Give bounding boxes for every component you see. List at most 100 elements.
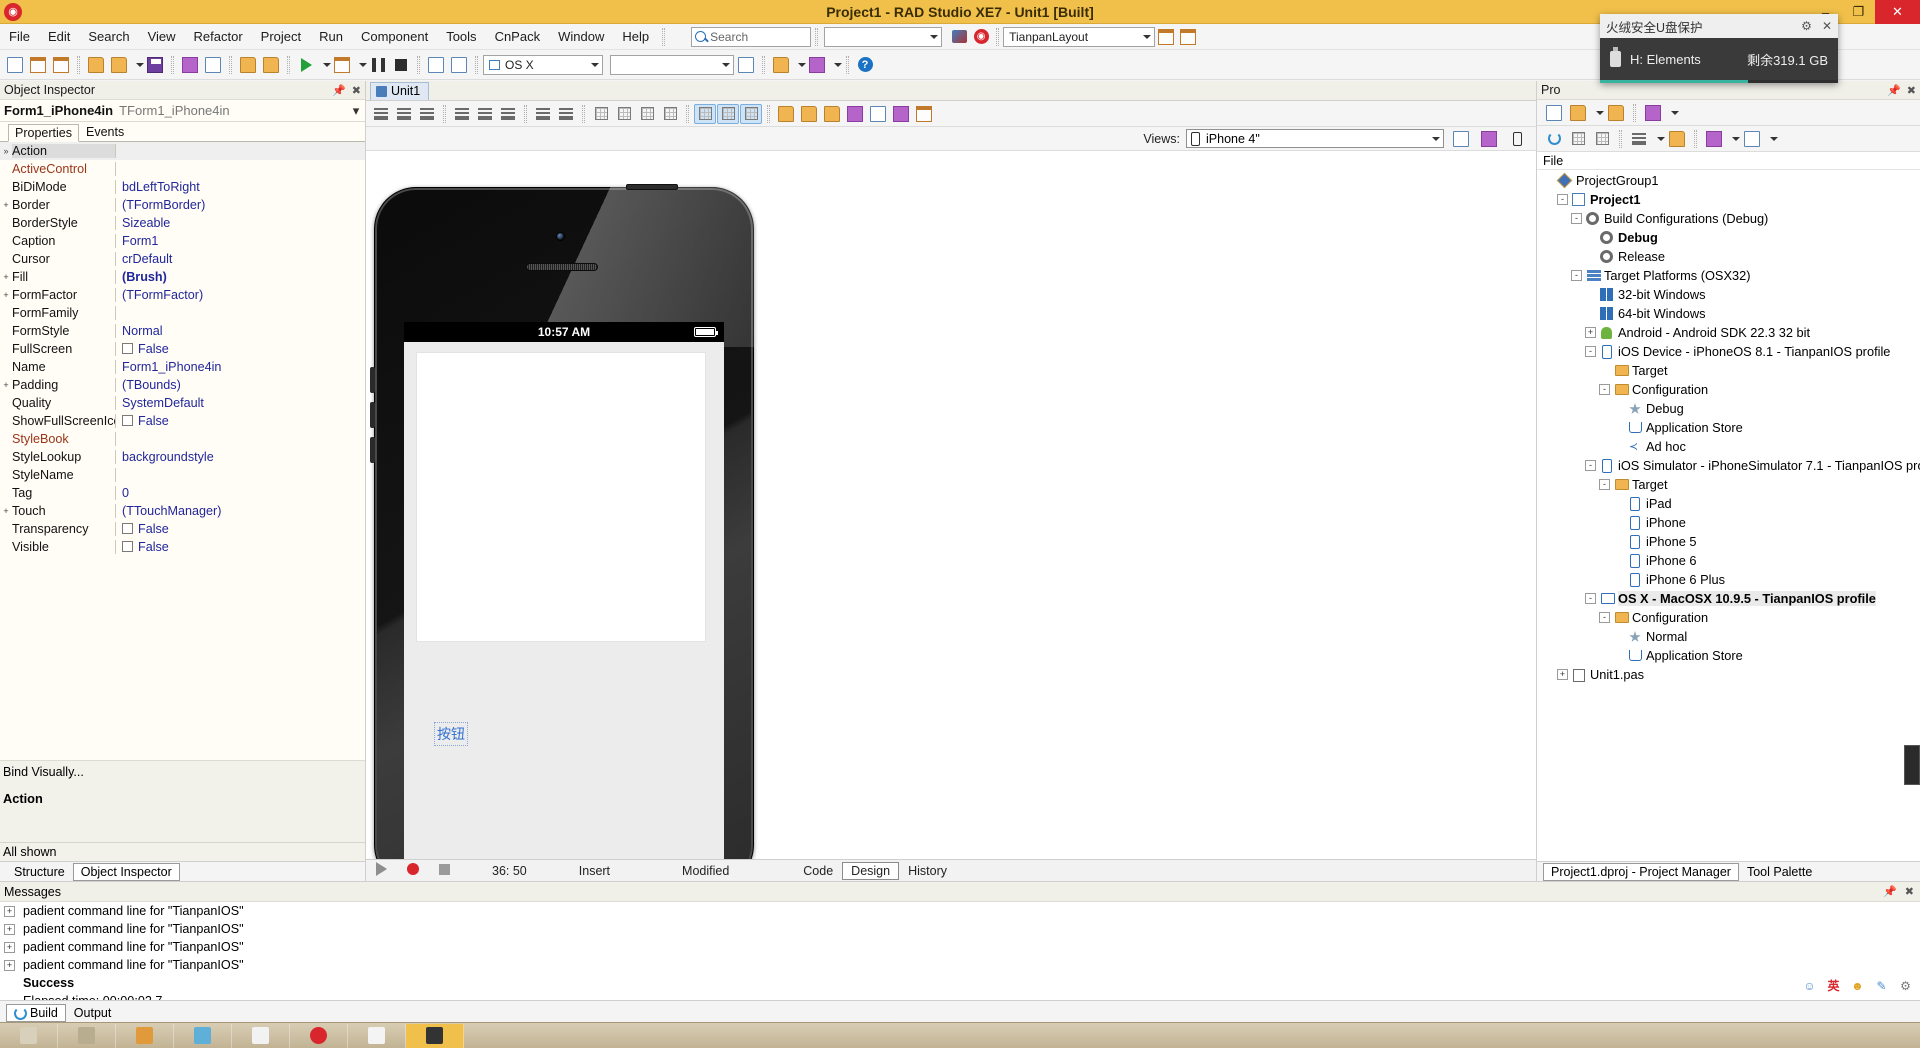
- pause-button[interactable]: [367, 54, 389, 76]
- menu-item-tools[interactable]: Tools: [437, 26, 485, 47]
- tab-history[interactable]: History: [899, 862, 956, 880]
- tree-node[interactable]: ProjectGroup1: [1537, 171, 1920, 190]
- collapse-icon[interactable]: -: [1571, 213, 1582, 224]
- taskbar-start-button[interactable]: [0, 1023, 58, 1048]
- tree-node[interactable]: - Configuration: [1537, 608, 1920, 627]
- property-row[interactable]: + Touch (TTouchManager): [0, 502, 365, 520]
- run-dropdown-button[interactable]: [318, 54, 331, 76]
- close-icon[interactable]: ✖: [352, 84, 361, 97]
- ime-settings-icon[interactable]: ⚙: [1897, 977, 1914, 994]
- taskbar-item[interactable]: [348, 1023, 406, 1048]
- refresh-target-button[interactable]: [735, 54, 757, 76]
- menu-item-component[interactable]: Component: [352, 26, 437, 47]
- save-dropdown-button[interactable]: [131, 54, 144, 76]
- tree-node[interactable]: - Target: [1537, 475, 1920, 494]
- view-options-button[interactable]: [1478, 129, 1500, 149]
- property-row[interactable]: + Border (TFormBorder): [0, 196, 365, 214]
- property-value[interactable]: (Brush): [116, 270, 365, 284]
- menu-item-file[interactable]: File: [0, 26, 39, 47]
- property-row[interactable]: Quality SystemDefault: [0, 394, 365, 412]
- tab-events[interactable]: Events: [79, 123, 131, 141]
- bookmark-button[interactable]: [770, 54, 792, 76]
- property-row[interactable]: StyleName: [0, 466, 365, 484]
- collapse-icon[interactable]: -: [1585, 460, 1596, 471]
- property-value[interactable]: Form1: [116, 234, 365, 248]
- collapse-icon[interactable]: -: [1599, 479, 1610, 490]
- menu-item-run[interactable]: Run: [310, 26, 352, 47]
- tree-node[interactable]: iPhone 5: [1537, 532, 1920, 551]
- property-row[interactable]: FormFamily: [0, 304, 365, 322]
- embarcadero-icon[interactable]: ◉: [970, 26, 992, 48]
- save-button[interactable]: [144, 54, 166, 76]
- message-row[interactable]: Elapsed time: 00:00:02.7: [0, 992, 1920, 1000]
- property-row[interactable]: » Action: [0, 142, 365, 160]
- tree-node[interactable]: Application Store: [1537, 646, 1920, 665]
- ime-emoji-icon[interactable]: ☺: [1801, 977, 1818, 994]
- tree-node[interactable]: Application Store: [1537, 418, 1920, 437]
- tree-node[interactable]: Normal: [1537, 627, 1920, 646]
- message-row[interactable]: + padient command line for "TianpanIOS": [0, 956, 1920, 974]
- expand-all-button[interactable]: [1567, 129, 1589, 149]
- design-button[interactable]: 按钮: [434, 722, 468, 746]
- property-row[interactable]: BiDiMode bdLeftToRight: [0, 178, 365, 196]
- expand-icon[interactable]: +: [0, 200, 12, 210]
- remove-file-button[interactable]: [1605, 103, 1627, 123]
- usb-drive-row[interactable]: H: Elements 剩余319.1 GB: [1600, 38, 1838, 80]
- ime-pen-icon[interactable]: ✎: [1873, 977, 1890, 994]
- message-row[interactable]: + padient command line for "TianpanIOS": [0, 902, 1920, 920]
- ime-language-icon[interactable]: 英: [1825, 977, 1842, 994]
- tree-node[interactable]: iPad: [1537, 494, 1920, 513]
- trace-into-button[interactable]: [425, 54, 447, 76]
- message-row[interactable]: Success: [0, 974, 1920, 992]
- project-tree[interactable]: ProjectGroup1- Project1- Build Configurati…: [1537, 170, 1920, 861]
- property-row[interactable]: StyleLookup backgroundstyle: [0, 448, 365, 466]
- collapse-icon[interactable]: -: [1585, 346, 1596, 357]
- pin-icon[interactable]: 📌: [1887, 84, 1901, 97]
- style-designer-button[interactable]: [890, 104, 912, 124]
- collapse-icon[interactable]: -: [1599, 384, 1610, 395]
- close-icon[interactable]: ✖: [1907, 84, 1916, 97]
- fit-button[interactable]: [659, 104, 681, 124]
- checkbox-icon[interactable]: [122, 523, 133, 534]
- checkbox-icon[interactable]: [122, 415, 133, 426]
- sort-button[interactable]: [1628, 129, 1650, 149]
- tab-tool-palette[interactable]: Tool Palette: [1739, 863, 1820, 881]
- property-value[interactable]: crDefault: [116, 252, 365, 266]
- expand-icon[interactable]: +: [0, 506, 12, 516]
- expand-icon[interactable]: +: [4, 959, 15, 971]
- property-value[interactable]: False: [116, 522, 365, 536]
- property-row[interactable]: + Fill (Brush): [0, 268, 365, 286]
- tree-node[interactable]: - Target Platforms (OSX32): [1537, 266, 1920, 285]
- close-button[interactable]: ✕: [1875, 0, 1920, 24]
- layout-combo[interactable]: TianpanLayout: [1003, 26, 1156, 47]
- run-button[interactable]: [295, 54, 317, 76]
- gear-icon[interactable]: ⚙: [1801, 19, 1812, 33]
- collapse-icon[interactable]: -: [1571, 270, 1582, 281]
- navigate-button[interactable]: [806, 54, 828, 76]
- help-button[interactable]: ?: [854, 54, 876, 76]
- menu-item-refactor[interactable]: Refactor: [185, 26, 252, 47]
- maximize-button[interactable]: ❐: [1842, 0, 1875, 24]
- property-expander[interactable]: »: [0, 146, 12, 156]
- pin-icon[interactable]: 📌: [1883, 885, 1897, 898]
- apply-layout-button[interactable]: [1177, 26, 1199, 48]
- property-row[interactable]: FullScreen False: [0, 340, 365, 358]
- bookmark-dropdown[interactable]: [793, 54, 806, 76]
- toggle-grid-button[interactable]: [694, 103, 716, 124]
- menu-item-project[interactable]: Project: [252, 26, 310, 47]
- tree-node[interactable]: Debug: [1537, 228, 1920, 247]
- property-value[interactable]: Normal: [116, 324, 365, 338]
- help-insight-combo[interactable]: [824, 26, 943, 47]
- open-project-button[interactable]: [50, 54, 72, 76]
- property-row[interactable]: Visible False: [0, 538, 365, 556]
- close-icon[interactable]: ✖: [1905, 885, 1914, 898]
- align-top-button[interactable]: [451, 104, 473, 124]
- property-value[interactable]: False: [116, 342, 365, 356]
- tree-node[interactable]: - iOS Simulator - iPhoneSimulator 7.1 - T…: [1537, 456, 1920, 475]
- property-value[interactable]: Sizeable: [116, 216, 365, 230]
- menu-item-edit[interactable]: Edit: [39, 26, 79, 47]
- tree-node[interactable]: + Unit1.pas: [1537, 665, 1920, 684]
- add-to-project-button[interactable]: [237, 54, 259, 76]
- property-row[interactable]: Cursor crDefault: [0, 250, 365, 268]
- save-all-button[interactable]: [108, 54, 130, 76]
